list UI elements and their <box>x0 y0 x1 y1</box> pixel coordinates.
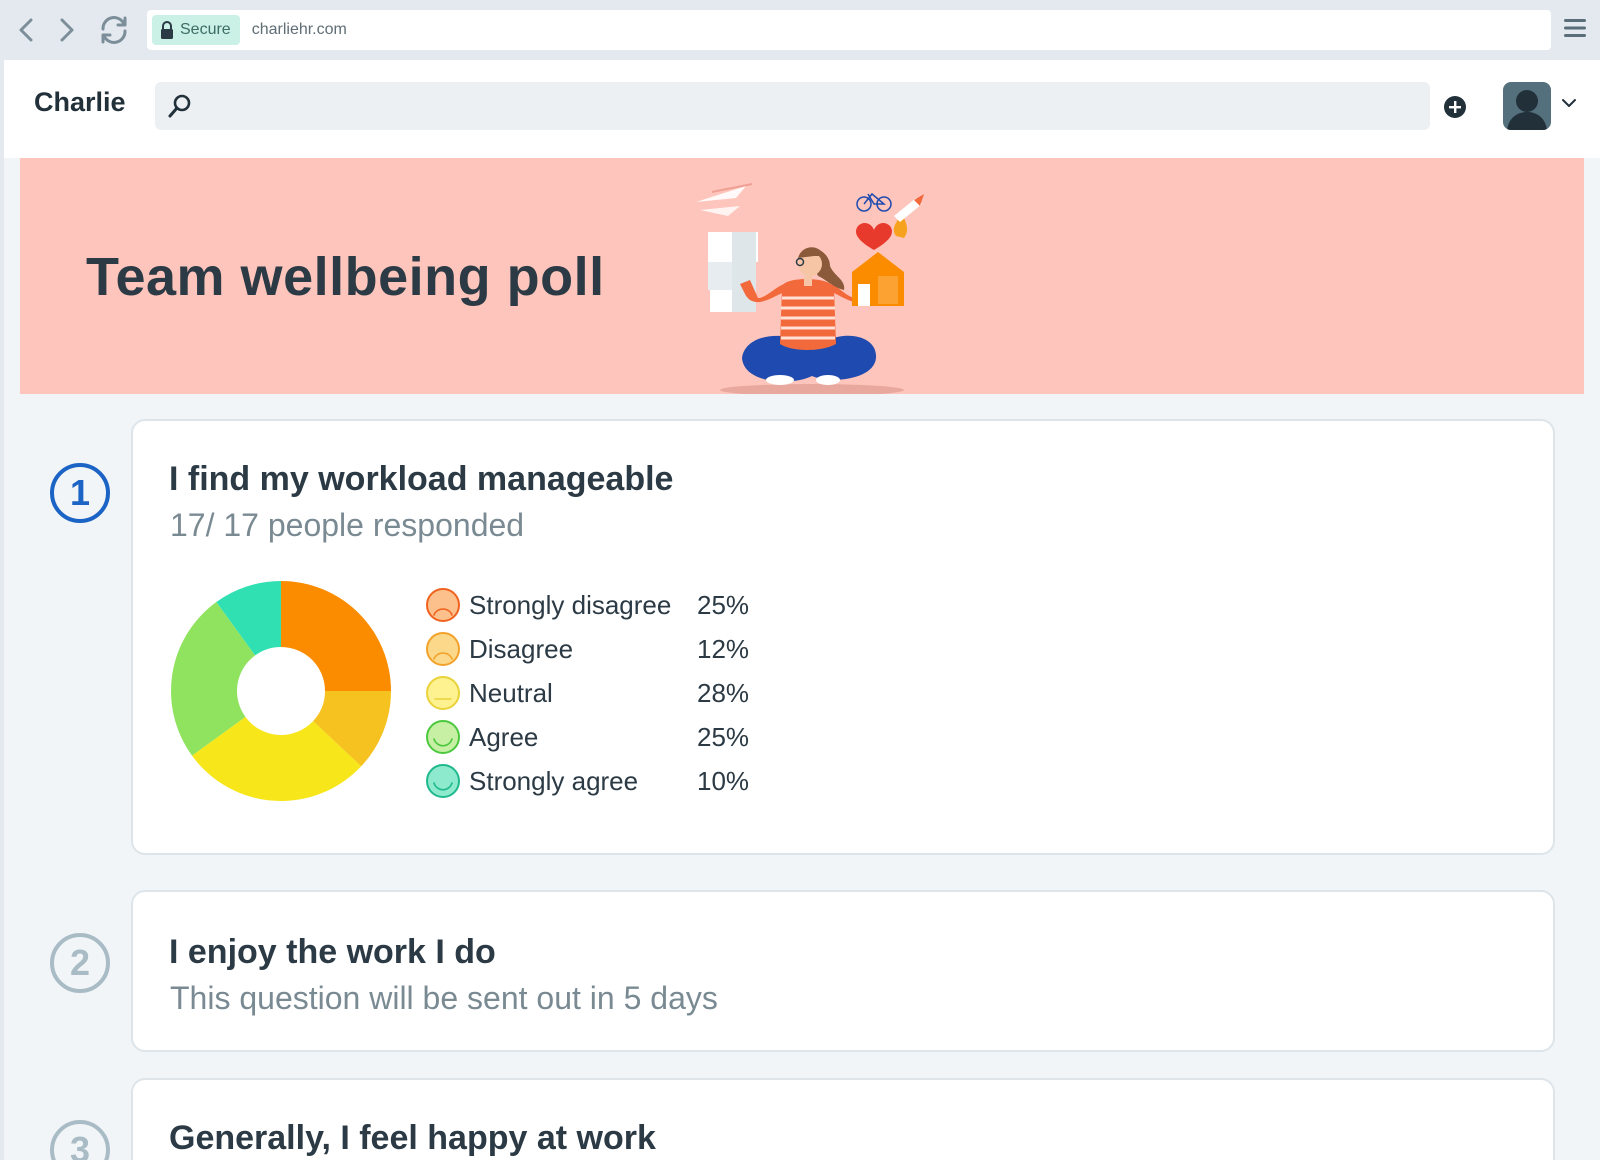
legend-percentage: 10% <box>697 765 750 796</box>
legend-label: Strongly disagree <box>469 589 672 620</box>
legend-label: Disagree <box>469 633 574 664</box>
legend-item: Disagree 12% <box>425 627 765 671</box>
legend-percentage: 28% <box>697 677 750 708</box>
legend-item: Neutral 28% <box>425 671 765 715</box>
browser-toolbar: Secure charliehr.com <box>0 0 1600 60</box>
search-input[interactable] <box>155 82 1430 130</box>
question-card[interactable]: Generally, I feel happy at work <box>131 1078 1555 1160</box>
legend-item: Strongly agree 10% <box>425 759 765 803</box>
poll-banner: Team wellbeing poll <box>20 158 1584 394</box>
secure-badge: Secure <box>152 15 240 45</box>
app-header: Charlie <box>4 60 1600 158</box>
happy-face-icon <box>426 764 460 798</box>
back-arrow-icon <box>19 18 33 42</box>
hamburger-menu-icon <box>1564 19 1586 37</box>
chart-legend: Strongly disagree 25% Disagree 12% Neutral 28… <box>425 583 765 803</box>
wellbeing-illustration <box>696 183 924 394</box>
lock-icon <box>161 21 173 39</box>
legend-label: Neutral <box>469 677 553 708</box>
response-count: 17/ 17 people responded <box>170 507 525 543</box>
legend-percentage: 25% <box>697 589 750 620</box>
search-icon <box>168 94 191 118</box>
user-avatar[interactable] <box>1503 82 1551 130</box>
reload-button[interactable] <box>96 12 132 48</box>
question-number-badge: 2 <box>50 933 110 993</box>
chevron-down-icon[interactable] <box>1560 96 1578 110</box>
question-number-badge: 3 <box>50 1120 110 1160</box>
donut-slice <box>281 581 391 691</box>
add-button[interactable] <box>1442 94 1468 120</box>
brand-logo[interactable]: Charlie <box>34 87 126 118</box>
happy-face-icon <box>426 720 460 754</box>
legend-label: Strongly agree <box>469 765 639 796</box>
forward-arrow-icon <box>60 18 74 42</box>
question-card[interactable]: I find my workload manageable 17/ 17 peo… <box>131 419 1555 855</box>
legend-label: Agree <box>469 721 539 752</box>
user-silhouette-icon <box>1507 90 1547 130</box>
reload-icon <box>101 16 127 44</box>
legend-percentage: 25% <box>697 721 750 752</box>
url-text: charliehr.com <box>251 21 347 38</box>
app-window: Charlie Team wellbeing poll 1 I find my … <box>4 60 1600 1160</box>
legend-item: Agree 25% <box>425 715 765 759</box>
legend-item: Strongly disagree 25% <box>425 583 765 627</box>
neutral-face-icon <box>426 676 460 710</box>
address-bar[interactable]: Secure charliehr.com <box>147 10 1551 50</box>
sad-face-icon <box>426 588 460 622</box>
question-card[interactable]: I enjoy the work I do This question will… <box>131 890 1555 1052</box>
question-title: I enjoy the work I do <box>169 933 496 971</box>
question-title: I find my workload manageable <box>169 460 674 498</box>
question-title: Generally, I feel happy at work <box>169 1119 656 1157</box>
browser-menu-button[interactable] <box>1562 16 1590 44</box>
response-donut-chart <box>171 581 391 801</box>
question-number-badge: 1 <box>50 463 110 523</box>
sad-face-icon <box>426 632 460 666</box>
forward-button[interactable] <box>49 12 85 48</box>
secure-label: Secure <box>180 21 231 38</box>
question-schedule-note: This question will be sent out in 5 days <box>170 980 718 1016</box>
page-title: Team wellbeing poll <box>86 247 605 307</box>
plus-circle-icon <box>1444 96 1466 118</box>
legend-percentage: 12% <box>697 633 750 664</box>
back-button[interactable] <box>8 12 44 48</box>
